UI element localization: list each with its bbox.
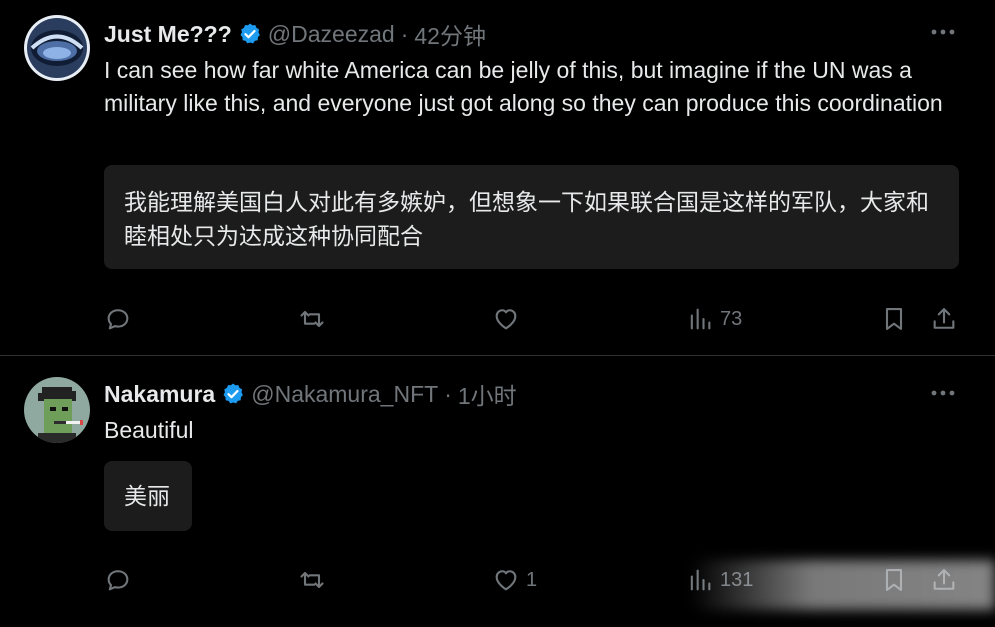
share-button[interactable] xyxy=(930,305,958,333)
reply-button[interactable] xyxy=(104,566,132,594)
like-icon xyxy=(495,570,517,591)
verified-badge-icon xyxy=(240,23,260,44)
retweet-button[interactable] xyxy=(298,305,326,333)
reply-button[interactable] xyxy=(104,305,132,333)
more-icon[interactable] xyxy=(929,383,957,403)
more-icon[interactable] xyxy=(929,22,957,42)
handle[interactable]: @Dazeezad xyxy=(268,21,395,48)
tweet-text: I can see how far white America can be j… xyxy=(104,57,943,116)
bookmark-button[interactable] xyxy=(880,305,908,333)
separator: · xyxy=(400,20,409,47)
avatar-image xyxy=(24,377,90,443)
avatar[interactable] xyxy=(24,377,90,443)
avatar[interactable] xyxy=(24,15,90,81)
reply-icon xyxy=(107,570,129,591)
like-icon xyxy=(495,309,517,330)
timestamp[interactable]: 42分钟 xyxy=(414,17,486,51)
translation-box: 美丽 xyxy=(104,461,192,531)
avatar-image xyxy=(24,15,90,81)
retweet-icon xyxy=(300,310,324,328)
reply-icon xyxy=(107,309,129,330)
display-name[interactable]: Just Me??? xyxy=(104,21,232,48)
retweet-icon xyxy=(300,571,324,589)
divider xyxy=(0,355,995,356)
views-icon xyxy=(690,308,711,330)
tweet-header: Just Me??? @Dazeezad · 42分钟 xyxy=(104,17,486,51)
handle[interactable]: @Nakamura_NFT xyxy=(251,381,438,408)
separator: · xyxy=(444,380,452,407)
tweet-header: Nakamura @Nakamura_NFT · 1小时 xyxy=(104,377,517,411)
verified-badge-icon xyxy=(223,383,244,404)
watermark-overlay xyxy=(690,560,995,610)
like-count: 1 xyxy=(526,568,538,591)
translation-text: 我能理解美国白人对此有多嫉妒，但想象一下如果联合国是这样的军队，大家和睦相处只为… xyxy=(124,189,929,249)
translation-box: 我能理解美国白人对此有多嫉妒，但想象一下如果联合国是这样的军队，大家和睦相处只为… xyxy=(104,165,959,269)
tweet-text: Beautiful xyxy=(104,417,194,443)
like-button[interactable] xyxy=(492,305,526,333)
like-button[interactable]: 1 xyxy=(492,566,537,594)
retweet-button[interactable] xyxy=(298,566,326,594)
bookmark-icon xyxy=(885,308,903,330)
action-bar: 73 xyxy=(104,305,959,337)
display-name[interactable]: Nakamura xyxy=(104,381,215,408)
share-icon xyxy=(933,308,955,329)
views-button[interactable]: 73 xyxy=(686,305,742,333)
view-count: 73 xyxy=(720,307,743,330)
timestamp[interactable]: 1小时 xyxy=(458,377,517,411)
translation-text: 美丽 xyxy=(124,483,170,509)
